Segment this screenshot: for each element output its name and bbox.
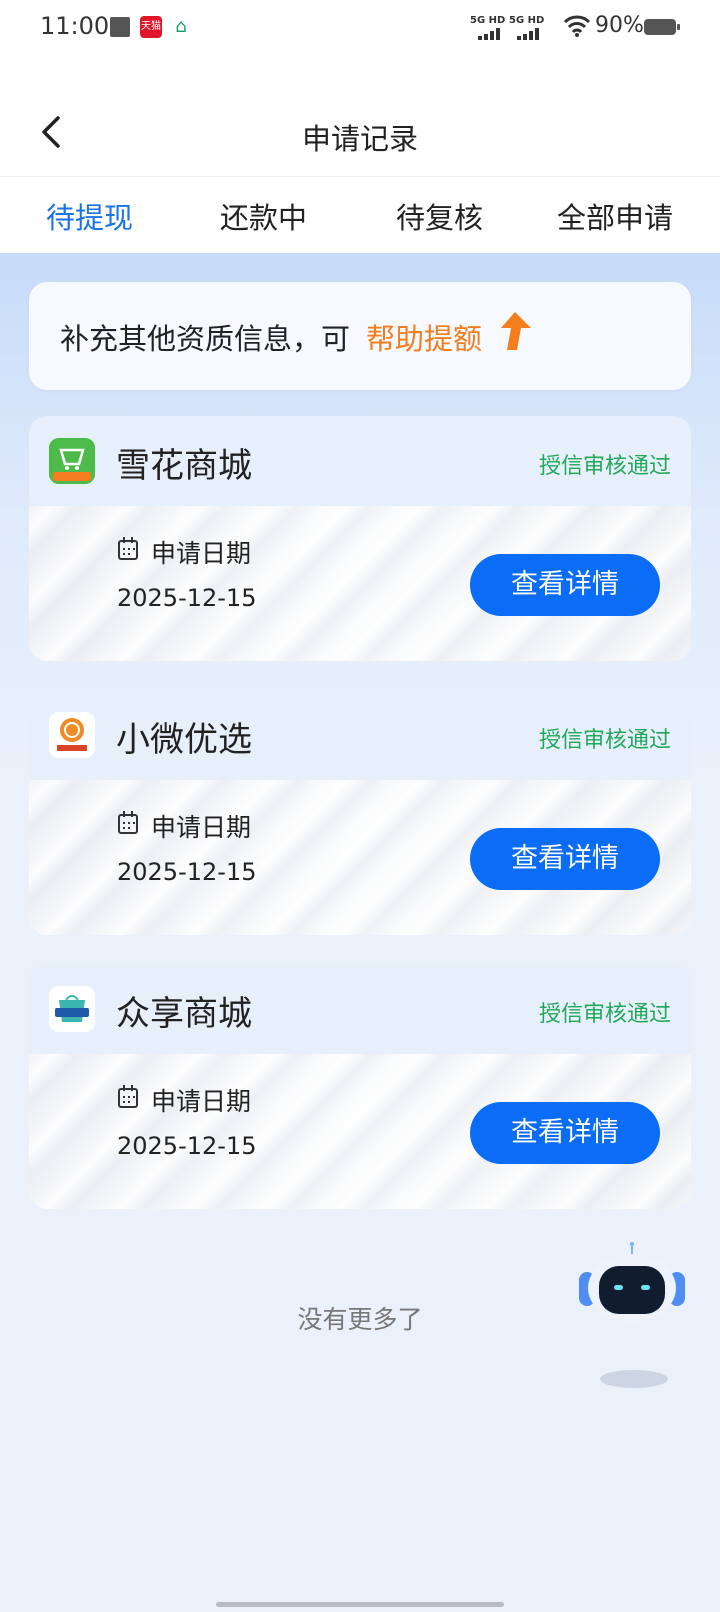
application-date: 2025-12-15 bbox=[117, 858, 257, 886]
application-date: 2025-12-15 bbox=[117, 1132, 257, 1160]
date-label: 申请日期 bbox=[151, 539, 252, 568]
view-details-button[interactable]: 查看详情 bbox=[470, 828, 660, 890]
tab-pending-review[interactable]: 待复核 bbox=[396, 195, 483, 237]
app-header: 申请记录 bbox=[0, 56, 720, 177]
promo-banner[interactable]: 补充其他资质信息，可 帮助提额 bbox=[29, 282, 691, 390]
page-title: 申请记录 bbox=[301, 122, 418, 156]
tab-repaying[interactable]: 还款中 bbox=[220, 195, 307, 237]
signal-bars-icon bbox=[517, 28, 539, 40]
application-card: 雪花商城 授信审核通过 申请日期 2025-12-15 查看详情 bbox=[29, 416, 691, 661]
calendar-icon bbox=[118, 1085, 138, 1108]
tmall-app-icon: 天猫 bbox=[140, 16, 162, 38]
network-label-2: 5G HD bbox=[509, 15, 545, 26]
shop-logo bbox=[49, 438, 95, 484]
date-label: 申请日期 bbox=[151, 1087, 252, 1116]
card-body: 申请日期 2025-12-15 查看详情 bbox=[29, 1054, 691, 1209]
shop-name: 众享商城 bbox=[116, 994, 252, 1034]
shop-name: 小微优选 bbox=[116, 720, 252, 760]
card-body: 申请日期 2025-12-15 查看详情 bbox=[29, 506, 691, 661]
status-bar: 11:00 天猫 ⌂ 5G HD 5G HD 90% bbox=[0, 0, 720, 56]
assistant-robot-icon[interactable] bbox=[577, 1242, 687, 1322]
network-label-1: 5G HD bbox=[470, 15, 506, 26]
shop-name: 雪花商城 bbox=[116, 446, 252, 486]
card-header: 小微优选 授信审核通过 bbox=[29, 690, 691, 780]
battery-percent: 90% bbox=[595, 13, 644, 38]
card-header: 众享商城 授信审核通过 bbox=[29, 964, 691, 1054]
status-badge: 授信审核通过 bbox=[538, 1002, 671, 1027]
calendar-icon bbox=[118, 537, 138, 560]
view-details-button[interactable]: 查看详情 bbox=[470, 554, 660, 616]
tab-all-applications[interactable]: 全部申请 bbox=[557, 195, 673, 237]
promo-text: 补充其他资质信息，可 bbox=[60, 322, 351, 356]
tab-bar: 待提现 还款中 待复核 全部申请 bbox=[0, 177, 720, 253]
status-badge: 授信审核通过 bbox=[538, 728, 671, 753]
card-header: 雪花商城 授信审核通过 bbox=[29, 416, 691, 506]
shop-logo bbox=[49, 986, 95, 1032]
tab-pending-withdrawal[interactable]: 待提现 bbox=[46, 195, 133, 237]
home-app-icon: ⌂ bbox=[175, 16, 187, 37]
robot-shadow bbox=[600, 1370, 668, 1388]
application-card: 小微优选 授信审核通过 申请日期 2025-12-15 查看详情 bbox=[29, 690, 691, 935]
promo-highlight: 帮助提额 bbox=[366, 322, 483, 356]
shop-logo bbox=[49, 712, 95, 758]
status-badge: 授信审核通过 bbox=[538, 454, 671, 479]
application-card: 众享商城 授信审核通过 申请日期 2025-12-15 查看详情 bbox=[29, 964, 691, 1209]
view-details-button[interactable]: 查看详情 bbox=[470, 1102, 660, 1164]
card-body: 申请日期 2025-12-15 查看详情 bbox=[29, 780, 691, 935]
signal-bars-icon bbox=[478, 28, 500, 40]
battery-icon bbox=[644, 19, 680, 35]
application-date: 2025-12-15 bbox=[117, 584, 257, 612]
arrow-up-icon bbox=[501, 312, 531, 350]
status-time: 11:00 bbox=[40, 12, 110, 40]
wifi-icon bbox=[563, 14, 591, 44]
calendar-icon bbox=[118, 811, 138, 834]
date-label: 申请日期 bbox=[151, 813, 252, 842]
notification-square-icon bbox=[110, 17, 130, 37]
home-indicator[interactable] bbox=[216, 1602, 504, 1607]
